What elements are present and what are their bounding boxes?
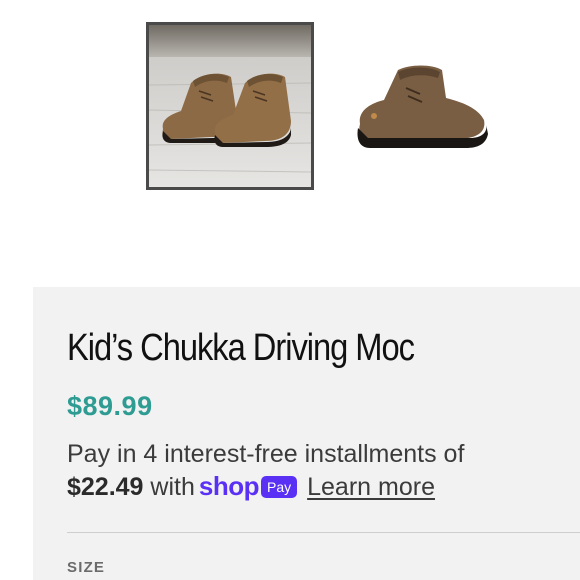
size-label: SIZE (67, 559, 106, 576)
product-thumbnail-2[interactable] (350, 58, 490, 158)
installments-text: Pay in 4 interest-free installments of (67, 440, 465, 468)
shop-pay-logo-badge: Pay (261, 476, 298, 498)
divider (67, 532, 580, 533)
product-thumbnail-1[interactable] (146, 22, 314, 190)
product-info-panel: Kid’s Chukka Driving Moc $89.99 Pay in 4… (33, 287, 580, 580)
product-title: Kid’s Chukka Driving Moc (67, 327, 415, 369)
installment-amount: $22.49 (67, 473, 144, 501)
shop-pay-installments: Pay in 4 interest-free installments of $… (67, 438, 537, 503)
installments-line-2: $22.49 with shop Pay Learn more (67, 470, 537, 503)
shoe-pair-image (149, 25, 311, 187)
learn-more-link[interactable]: Learn more (307, 473, 435, 501)
shop-pay-logo-word: shop (198, 471, 260, 501)
shoe-side-image (357, 65, 488, 148)
installments-with: with (150, 473, 195, 501)
product-price: $89.99 (67, 391, 153, 421)
